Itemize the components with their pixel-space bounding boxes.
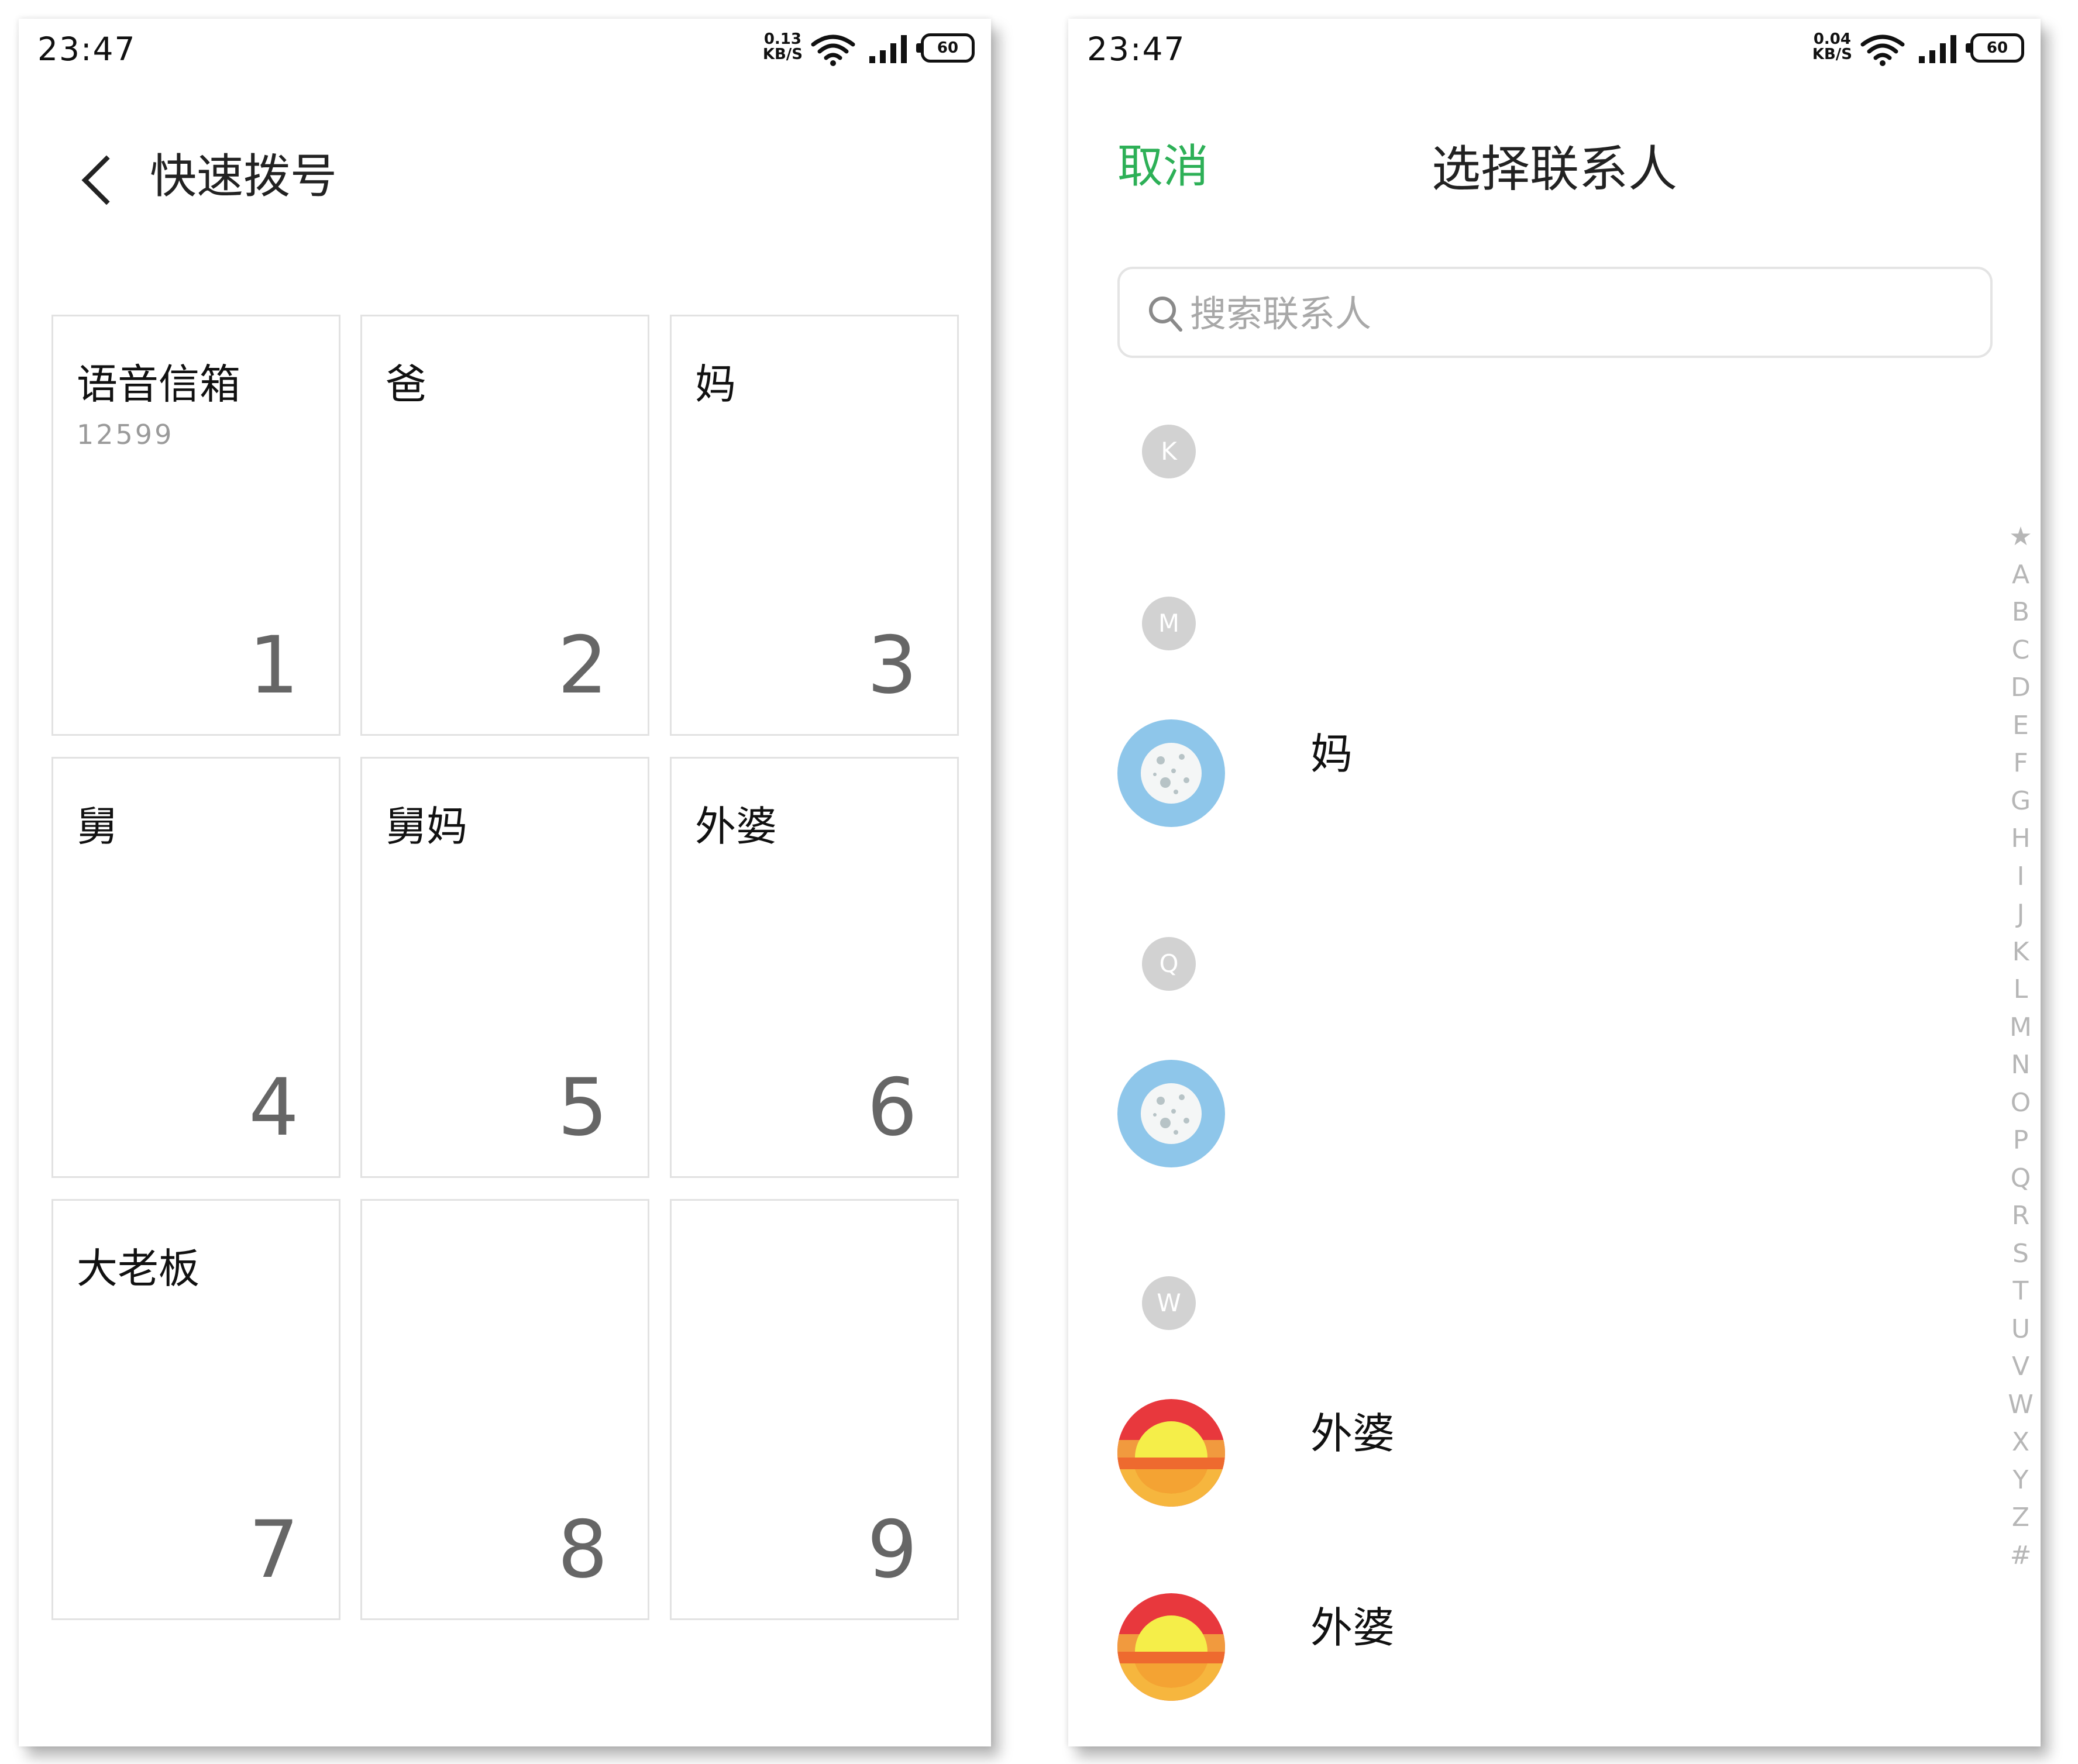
cell-digit: 7	[249, 1504, 299, 1596]
wifi-icon	[1860, 33, 1905, 67]
speed-dial-cell-3[interactable]: 妈 3	[670, 315, 959, 736]
index-letter[interactable]: K	[2003, 933, 2038, 971]
network-speed-unit: KB/S	[762, 46, 803, 63]
index-letter[interactable]: J	[2003, 895, 2038, 933]
index-letter[interactable]: ★	[2003, 518, 2038, 556]
contact-name: 外婆	[1310, 1409, 1395, 1458]
avatar	[1117, 1060, 1225, 1167]
speed-dial-cell-4[interactable]: 舅 4	[51, 757, 340, 1178]
contact-name: 妈	[1310, 729, 1353, 778]
cell-digit: 8	[558, 1504, 608, 1596]
index-letter[interactable]: T	[2003, 1273, 2038, 1311]
battery-icon: 60	[916, 33, 975, 63]
cell-digit: 5	[558, 1062, 608, 1153]
speed-dial-cell-6[interactable]: 外婆 6	[670, 757, 959, 1178]
speed-dial-cell-7[interactable]: 大老板 7	[51, 1199, 340, 1620]
avatar	[1117, 1399, 1225, 1507]
cell-name: 外婆	[695, 802, 777, 850]
index-letter[interactable]: #	[2003, 1537, 2038, 1575]
index-letter[interactable]: D	[2003, 669, 2038, 707]
network-speed-value: 0.13	[763, 30, 801, 48]
speed-dial-cell-5[interactable]: 舅妈 5	[360, 757, 649, 1178]
cell-name: 妈	[695, 360, 736, 408]
battery-icon: 60	[1966, 33, 2024, 63]
cell-name: 爸	[386, 360, 426, 408]
contact-row[interactable]	[1117, 1060, 1948, 1177]
cell-name: 大老板	[77, 1245, 199, 1293]
cell-digit: 9	[867, 1504, 917, 1596]
speed-dial-cell-9[interactable]: 9	[670, 1199, 959, 1620]
section-header-k: K	[1142, 425, 1196, 478]
contact-row[interactable]: 外婆	[1117, 1593, 1948, 1710]
search-icon	[1149, 297, 1182, 332]
cell-number-detail: 12599	[77, 419, 174, 450]
back-arrow-icon[interactable]	[61, 136, 119, 223]
section-header-q: Q	[1142, 937, 1196, 991]
index-letter[interactable]: C	[2003, 632, 2038, 670]
index-letter[interactable]: U	[2003, 1311, 2038, 1349]
section-header-m: M	[1142, 597, 1196, 650]
network-speed-unit: KB/S	[1812, 46, 1852, 63]
cell-name: 舅	[77, 802, 118, 850]
speed-dial-cell-1[interactable]: 语音信箱 12599 1	[51, 315, 340, 736]
index-letter[interactable]: G	[2003, 783, 2038, 821]
speed-dial-cell-2[interactable]: 爸 2	[360, 315, 649, 736]
index-letter[interactable]: S	[2003, 1235, 2038, 1273]
index-letter[interactable]: B	[2003, 594, 2038, 632]
contact-name: 外婆	[1310, 1603, 1395, 1652]
section-header-w: W	[1142, 1276, 1196, 1330]
avatar	[1117, 1593, 1225, 1701]
cell-digit: 2	[558, 619, 608, 711]
search-box[interactable]	[1117, 267, 1993, 358]
index-letter[interactable]: M	[2003, 1009, 2038, 1047]
select-contact-screen: 23:47 0.04 KB/S 60 选择联系人 取消 K M 妈 Q W 外婆…	[1068, 19, 2041, 1746]
index-letter[interactable]: E	[2003, 707, 2038, 745]
index-letter[interactable]: A	[2003, 556, 2038, 594]
speed-dial-cell-8[interactable]: 8	[360, 1199, 649, 1620]
contact-row[interactable]: 妈	[1117, 719, 1948, 836]
wifi-icon	[811, 33, 855, 67]
page-title: 选择联系人	[1431, 140, 1677, 198]
status-time: 23:47	[1087, 30, 1186, 68]
cell-name: 语音信箱	[77, 360, 240, 408]
network-speed: 0.04 KB/S	[1812, 32, 1852, 62]
index-letter[interactable]: L	[2003, 971, 2038, 1009]
index-letter[interactable]: I	[2003, 858, 2038, 896]
avatar	[1117, 719, 1225, 827]
index-letter[interactable]: N	[2003, 1046, 2038, 1084]
index-letter[interactable]: Y	[2003, 1462, 2038, 1500]
status-bar: 23:47 0.13 KB/S 60	[19, 19, 991, 83]
status-bar: 23:47 0.04 KB/S 60	[1068, 19, 2041, 83]
index-letter[interactable]: V	[2003, 1348, 2038, 1386]
contact-row[interactable]: 外婆	[1117, 1399, 1948, 1516]
index-letter[interactable]: H	[2003, 820, 2038, 858]
index-letter[interactable]: Z	[2003, 1499, 2038, 1537]
index-letter[interactable]: P	[2003, 1122, 2038, 1160]
index-letter[interactable]: W	[2003, 1386, 2038, 1424]
cell-digit: 3	[867, 619, 917, 711]
alphabet-index[interactable]: ★ A B C D E F G H I J K L M N O P Q R S T U V W X Y Z #	[2003, 518, 2038, 1574]
cell-digit: 1	[249, 619, 299, 711]
index-letter[interactable]: X	[2003, 1424, 2038, 1462]
search-input[interactable]	[1190, 285, 1950, 342]
index-letter[interactable]: R	[2003, 1197, 2038, 1235]
index-letter[interactable]: F	[2003, 745, 2038, 783]
index-letter[interactable]: Q	[2003, 1160, 2038, 1198]
cell-digit: 6	[867, 1062, 917, 1153]
speed-dial-screen: 23:47 0.13 KB/S 60 快速拨号 语音信箱 12599 1 爸 2…	[19, 19, 991, 1746]
status-time: 23:47	[37, 30, 136, 68]
page-title: 快速拨号	[150, 149, 337, 204]
signal-icon	[1918, 34, 1960, 63]
signal-icon	[868, 34, 910, 63]
network-speed-value: 0.04	[1813, 30, 1851, 48]
network-speed: 0.13 KB/S	[763, 32, 803, 62]
cell-digit: 4	[249, 1062, 299, 1153]
cancel-button[interactable]: 取消	[1117, 130, 1209, 195]
cell-name: 舅妈	[386, 802, 467, 850]
index-letter[interactable]: O	[2003, 1084, 2038, 1122]
